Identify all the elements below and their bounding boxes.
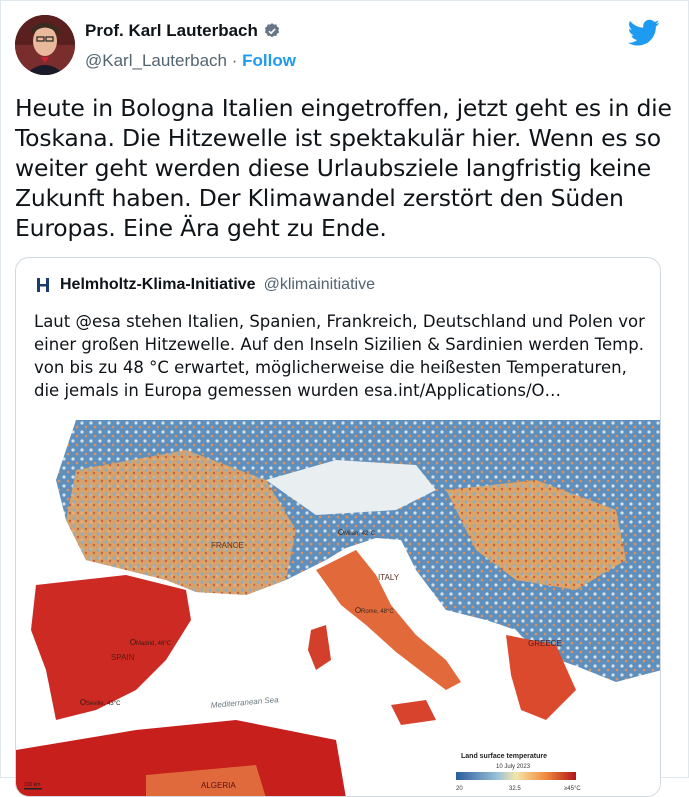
label-rome: Rome, 48°C [361,609,394,615]
label-madrid: Madrid, 46°C [136,641,172,647]
label-italy: ITALY [378,573,400,582]
label-spain: SPAIN [111,653,135,662]
twitter-bird-icon[interactable] [628,19,660,47]
label-seville: Seville, 43°C [86,701,121,707]
quoted-tweet[interactable]: Helmholtz-Klima-Initiative @klimainitiat… [15,257,661,797]
quoted-author-handle[interactable]: @klimainitiative [264,276,375,294]
legend-max: ≥45°C [564,786,581,792]
legend-mid: 32.5 [509,786,521,792]
author-handle[interactable]: @Karl_Lauterbach [85,51,227,70]
legend-title: Land surface temperature [461,753,547,760]
separator: · [231,51,238,70]
legend-date: 10 July 2023 [496,764,531,770]
verified-badge-icon [264,23,279,38]
tweet-card: Prof. Karl Lauterbach @Karl_Lauterbach ·… [0,0,689,797]
quoted-text: Laut @esa stehen Italien, Spanien, Frank… [34,312,645,400]
quoted-header: Helmholtz-Klima-Initiative @klimainitiat… [34,276,375,294]
quoted-author-name[interactable]: Helmholtz-Klima-Initiative [60,276,256,294]
helmholtz-logo-icon [34,276,52,294]
handle-row: @Karl_Lauterbach · Follow [85,51,296,71]
author-name-row: Prof. Karl Lauterbach [85,21,281,41]
label-greece: GREECE [528,639,562,648]
follow-button[interactable]: Follow [242,51,296,70]
label-milan: Milan, 42°C [344,531,376,537]
heatwave-map-image[interactable]: FRANCE Milan, 42°C ITALY Rome, 48°C SPAI… [16,420,660,796]
label-france: FRANCE [211,541,244,550]
author-name[interactable]: Prof. Karl Lauterbach [85,21,258,41]
legend-min: 20 [456,786,463,792]
avatar[interactable] [15,15,75,75]
tweet-text: Heute in Bologna Italien eingetroffen, j… [15,94,672,242]
scale-label: 100 km [24,782,40,788]
label-algeria: ALGERIA [201,781,236,790]
